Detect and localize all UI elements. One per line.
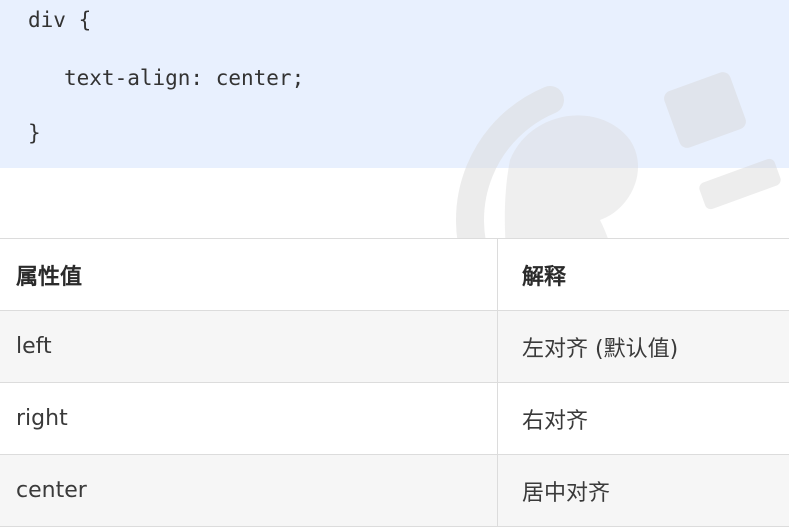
table-header-row: 属性值 解释 bbox=[0, 239, 789, 311]
code-block: div { text-align: center; } bbox=[0, 0, 789, 168]
table-cell-value: left bbox=[16, 334, 52, 359]
table-cell-value: right bbox=[16, 406, 68, 431]
table-cell-description: 右对齐 bbox=[497, 383, 789, 454]
table-cell-value: center bbox=[16, 478, 87, 503]
table-cell-description: 居中对齐 bbox=[497, 455, 789, 526]
table-row: right 右对齐 bbox=[0, 383, 789, 455]
property-table: 属性值 解释 left 左对齐 (默认值) right 右对齐 center 居… bbox=[0, 238, 789, 527]
header-cell-description: 解释 bbox=[497, 239, 789, 310]
table-row: left 左对齐 (默认值) bbox=[0, 311, 789, 383]
code-line-3: } bbox=[28, 121, 41, 145]
header-cell-value: 属性值 bbox=[16, 264, 83, 290]
code-line-2: text-align: center; bbox=[64, 66, 305, 90]
table-cell-description: 左对齐 (默认值) bbox=[497, 311, 789, 382]
table-row: center 居中对齐 bbox=[0, 455, 789, 527]
code-line-1: div { bbox=[28, 8, 92, 32]
